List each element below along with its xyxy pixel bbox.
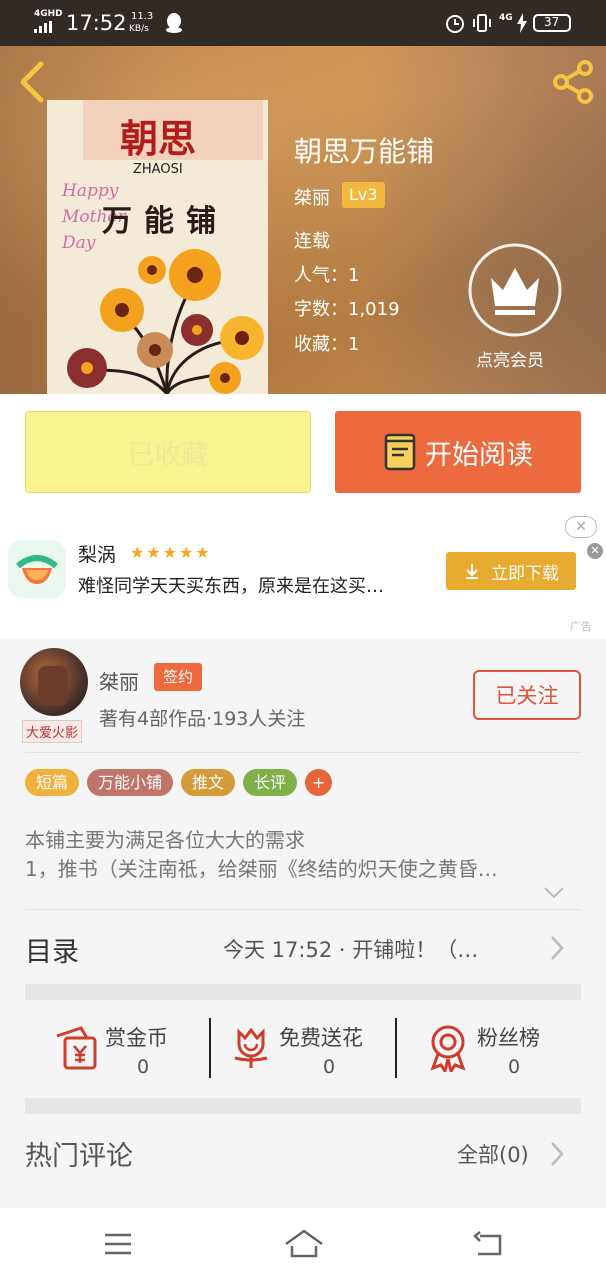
send-flowers-value: 0 xyxy=(323,1056,336,1078)
start-reading-label: 开始阅读 xyxy=(425,439,533,471)
home-icon[interactable] xyxy=(283,1228,325,1258)
send-flowers[interactable]: 免费送花 0 xyxy=(211,1000,396,1098)
book-icon xyxy=(384,433,416,471)
system-nav-bar xyxy=(0,1208,606,1280)
flower-icon xyxy=(234,1027,268,1068)
avatar-caption: 大爱火影 xyxy=(22,720,83,743)
signed-badge: 签约 xyxy=(154,663,203,691)
download-label: 立即下载 xyxy=(491,563,559,584)
download-icon xyxy=(466,564,478,579)
book-author[interactable]: 桀丽 xyxy=(294,184,330,210)
ad-close-icon[interactable]: ✕ xyxy=(565,516,597,538)
book-favorites: 收藏：1 xyxy=(294,334,360,355)
divider xyxy=(25,752,581,753)
ad-label: 广告 xyxy=(570,620,592,633)
clock: 17:52 xyxy=(66,11,127,35)
section-separator xyxy=(25,984,581,1000)
hot-comments-label: 热门评论 xyxy=(25,1141,133,1172)
fan-ranking-label: 粉丝榜 xyxy=(477,1026,540,1050)
cover-title-top: 朝思 xyxy=(120,116,197,161)
red-envelope-icon xyxy=(56,1026,97,1070)
book-title: 朝思万能铺 xyxy=(294,135,435,168)
download-button[interactable]: 立即下载 xyxy=(446,552,576,590)
start-reading-button[interactable]: 开始阅读 xyxy=(335,411,581,493)
rating-stars: ★★★★★ xyxy=(130,543,212,562)
vip-label[interactable]: 点亮会员 xyxy=(476,346,544,371)
tag-shop[interactable]: 万能小铺 xyxy=(87,769,174,796)
expand-chevron-icon[interactable] xyxy=(543,886,565,900)
intro-line-1: 本铺主要为满足各位大大的需求 xyxy=(25,828,305,852)
author-stats: 著有4部作品·193人关注 xyxy=(99,708,306,730)
hot-comments-row[interactable]: 热门评论 全部(0) xyxy=(25,1114,581,1188)
intro-line-2: 1，推书（关注南祗，给桀丽《终结的炽天使之黄昏… xyxy=(25,857,498,881)
author-avatar[interactable] xyxy=(20,648,88,716)
charging-icon xyxy=(517,13,527,33)
book-header: 朝思 ZHAOSI Happy Mother Day 万能铺 朝思万能铺 桀丽 … xyxy=(0,46,606,394)
net-speed-value: 11.3 xyxy=(131,11,154,22)
follow-button[interactable]: 已关注 xyxy=(473,670,581,720)
battery-level: 37 xyxy=(544,15,560,29)
reward-coins-value: 0 xyxy=(137,1056,150,1078)
network-4g: 4G xyxy=(499,13,513,23)
vibrate-icon xyxy=(473,14,491,32)
follow-label: 已关注 xyxy=(495,684,559,708)
chevron-right-icon xyxy=(551,936,564,960)
author-name[interactable]: 桀丽 xyxy=(99,666,139,695)
author-section: 大爱火影 桀丽 签约 著有4部作品·193人关注 已关注 短篇 万能小铺 推文 长评 +… xyxy=(0,638,606,1208)
tag-recommend[interactable]: 推文 xyxy=(181,769,236,796)
battery-icon: 37 xyxy=(533,14,571,32)
reward-coins[interactable]: 赏金币 0 xyxy=(25,1000,210,1098)
menu-icon[interactable] xyxy=(103,1232,133,1256)
support-row: 赏金币 0 免费送花 0 粉丝榜 0 xyxy=(25,1000,581,1098)
ad-banner[interactable]: 梨涡 ★★★★★ 难怪同学天天买东西，原来是在这买… 立即下载 ✕ ✕ 广告 xyxy=(0,510,606,638)
section-separator xyxy=(25,1098,581,1114)
vip-button[interactable] xyxy=(467,242,563,338)
book-word-count: 字数：1,019 xyxy=(294,299,400,320)
send-flowers-label: 免费送花 xyxy=(279,1026,363,1050)
status-bar: 4GHD 17:52 11.3 KB/s 4G 37 xyxy=(0,0,606,46)
action-area: 已收藏 开始阅读 xyxy=(0,394,606,510)
tag-short[interactable]: 短篇 xyxy=(25,769,80,796)
fan-ranking-value: 0 xyxy=(508,1056,521,1078)
ad-app-name: 梨涡 xyxy=(78,544,117,566)
chevron-right-icon xyxy=(551,1142,564,1166)
tag-list: 短篇 万能小铺 推文 长评 + xyxy=(25,769,585,796)
all-comments-link[interactable]: 全部(0) xyxy=(457,1139,529,1169)
book-popularity: 人气：1 xyxy=(294,265,360,286)
back-nav-icon[interactable] xyxy=(472,1230,504,1258)
signal-icon xyxy=(34,21,54,33)
back-icon[interactable] xyxy=(15,60,47,104)
net-speed-unit: KB/s xyxy=(129,24,149,34)
ad-description: 难怪同学天天买东西，原来是在这买… xyxy=(78,576,384,597)
book-cover[interactable]: 朝思 ZHAOSI Happy Mother Day 万能铺 xyxy=(47,100,268,394)
favorited-label: 已收藏 xyxy=(127,439,209,471)
app-logo-icon xyxy=(8,540,66,598)
favorited-button[interactable]: 已收藏 xyxy=(25,411,311,493)
tag-review[interactable]: 长评 xyxy=(243,769,298,796)
toc-label: 目录 xyxy=(25,937,79,968)
crown-icon xyxy=(468,243,562,337)
add-tag-button[interactable]: + xyxy=(305,769,333,796)
medal-icon xyxy=(430,1025,466,1072)
cover-pinyin: ZHAOSI xyxy=(133,162,183,177)
network-type: 4GHD xyxy=(34,9,63,19)
book-status: 连载 xyxy=(294,231,330,252)
ad-dismiss-icon[interactable]: ✕ xyxy=(587,543,603,559)
level-badge: Lv3 xyxy=(342,182,385,208)
toc-row[interactable]: 目录 今天 17:52 · 开铺啦！（… xyxy=(25,910,581,984)
flower-illustration xyxy=(67,249,264,394)
toc-latest-chapter: 今天 17:52 · 开铺啦！（… xyxy=(223,938,479,962)
share-icon[interactable] xyxy=(549,58,597,106)
qq-icon xyxy=(166,13,182,33)
alarm-icon xyxy=(446,15,464,33)
fan-ranking[interactable]: 粉丝榜 0 xyxy=(397,1000,581,1098)
reward-coins-label: 赏金币 xyxy=(105,1026,168,1050)
